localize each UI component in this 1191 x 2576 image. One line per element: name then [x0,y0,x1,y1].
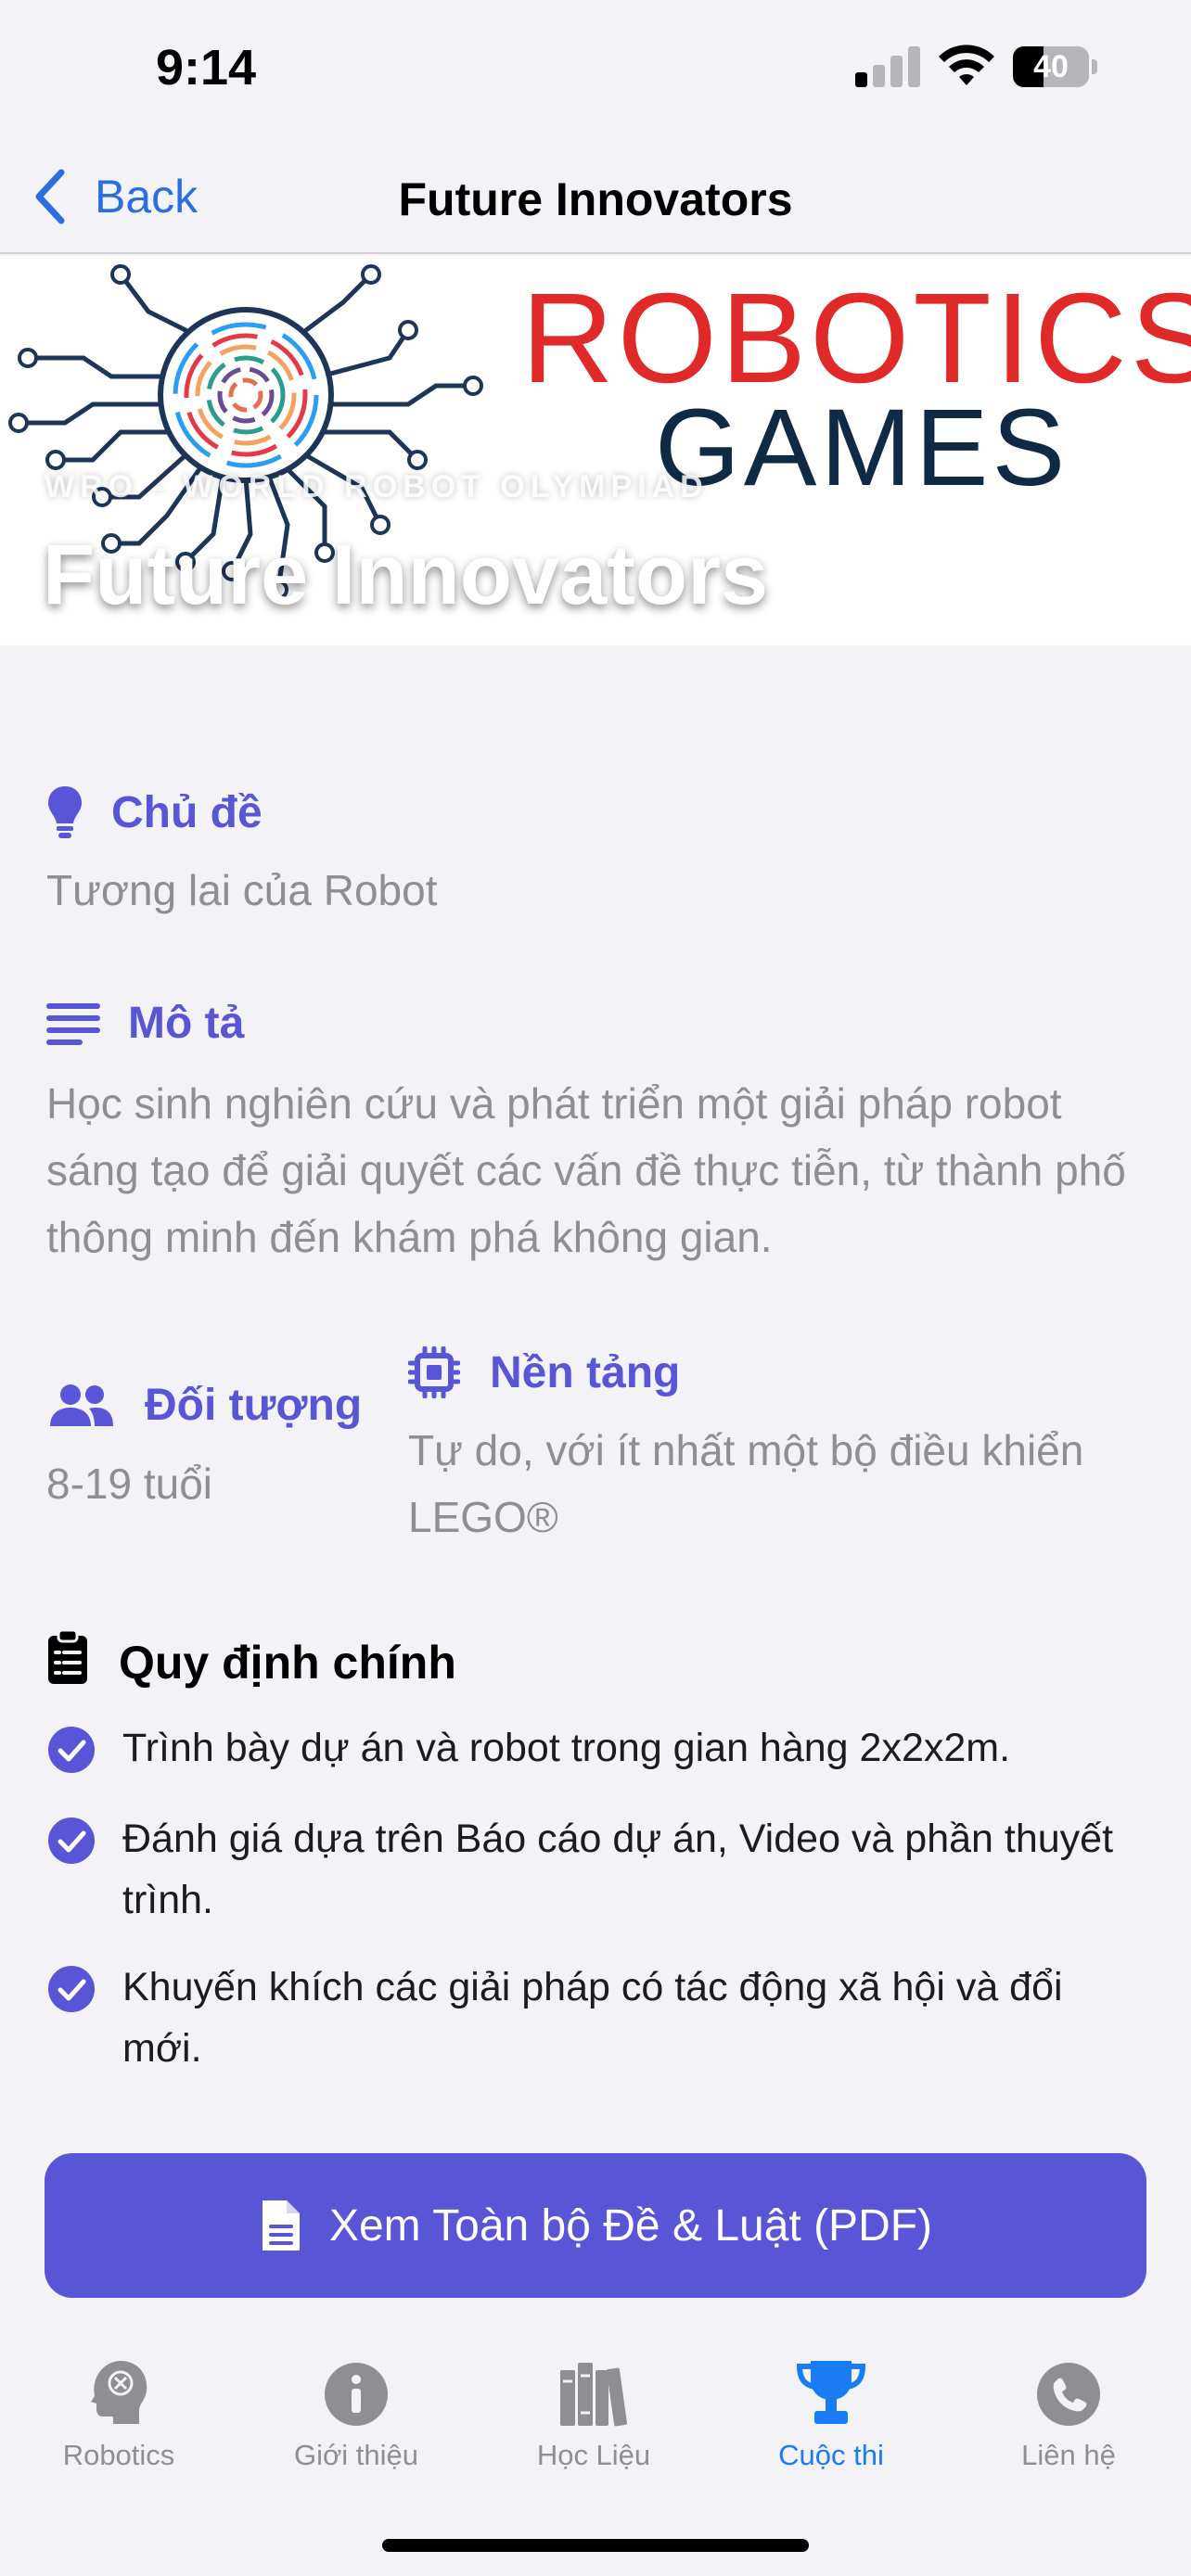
check-circle-icon [48,1727,95,1773]
topic-value: Tương lai của Robot [46,866,438,914]
rules-heading: Quy định chính [46,1628,456,1697]
platform-heading-label: Nền tảng [490,1347,681,1397]
topic-heading: Chủ đề [46,784,263,840]
brain-head-icon [91,2361,147,2424]
info-circle-icon [325,2363,388,2426]
books-icon [560,2363,627,2427]
rule-item: Trình bày dự án và robot trong gian hàng… [46,1717,1143,1779]
clipboard-icon [46,1628,89,1697]
home-indicator [382,2539,809,2552]
tab-gioi-thieu[interactable]: Giới thiệu [237,2355,475,2494]
platform-heading: Nền tảng [408,1346,680,1398]
hero-title: Future Innovators [43,528,769,622]
view-pdf-label: Xem Toàn bộ Đề & Luật (PDF) [328,2200,933,2251]
tab-label: Giới thiệu [293,2439,419,2471]
audience-heading-label: Đối tượng [145,1381,363,1430]
hero-banner: ROBOTICS GAMES WRO - WORLD ROBOT OLYMPIA… [0,256,1191,645]
rule-text: Trình bày dự án và robot trong gian hàng… [122,1726,1011,1770]
tab-cuoc-thi[interactable]: Cuộc thi [712,2355,950,2494]
tab-label: Học Liệu [536,2439,651,2471]
rules-heading-label: Quy định chính [119,1637,456,1689]
audience-value: 8-19 tuổi [46,1460,213,1508]
wifi-icon [939,45,994,85]
description-heading: Mô tả [46,998,244,1049]
align-left-icon [46,1001,100,1046]
topic-heading-label: Chủ đề [111,787,263,837]
check-circle-icon [48,1817,95,1864]
rule-text: Khuyến khích các giải pháp có tác động x… [122,1965,1063,2071]
phone-icon [1037,2363,1100,2426]
battery-level: 40 [1033,49,1069,84]
trophy-icon [796,2361,866,2424]
rule-text: Đánh giá dựa trên Báo cáo dự án, Video v… [122,1817,1114,1922]
cellular-signal-icon [855,45,922,87]
page-title: Future Innovators [398,173,793,225]
check-circle-icon [48,1966,95,2012]
tab-robotics[interactable]: Robotics [0,2355,237,2494]
navigation-bar: Back Future Innovators [0,139,1191,254]
hero-overline: WRO - WORLD ROBOT OLYMPIAD [45,469,709,504]
tab-label: Liên hệ [1021,2439,1116,2471]
tab-lien-he[interactable]: Liên hệ [950,2355,1187,2494]
audience-heading: Đối tượng [48,1380,362,1431]
users-icon [48,1384,115,1428]
view-pdf-button[interactable]: Xem Toàn bộ Đề & Luật (PDF) [45,2153,1146,2298]
description-heading-label: Mô tả [128,999,245,1048]
chip-icon [408,1346,460,1398]
rule-item: Đánh giá dựa trên Báo cáo dự án, Video v… [46,1808,1143,1931]
status-time: 9:14 [156,40,257,96]
tab-hoc-lieu[interactable]: Học Liệu [475,2355,712,2494]
tab-label: Cuộc thi [778,2439,884,2471]
tab-label: Robotics [62,2439,175,2471]
logo-wordmark-games: GAMES [655,387,1069,509]
description-value: Học sinh nghiên cứu và phát triển một gi… [46,1079,1126,1261]
battery-icon: 40 [1013,46,1097,87]
logo-wordmark-robotics: ROBOTICS [521,267,1191,410]
file-icon [262,2200,300,2251]
rule-item: Khuyến khích các giải pháp có tác động x… [46,1957,1143,2079]
status-bar: 9:14 40 [0,0,1191,139]
platform-value: Tự do, với ít nhất một bộ điều khiển LEG… [408,1426,1084,1541]
lightbulb-icon [46,784,83,840]
